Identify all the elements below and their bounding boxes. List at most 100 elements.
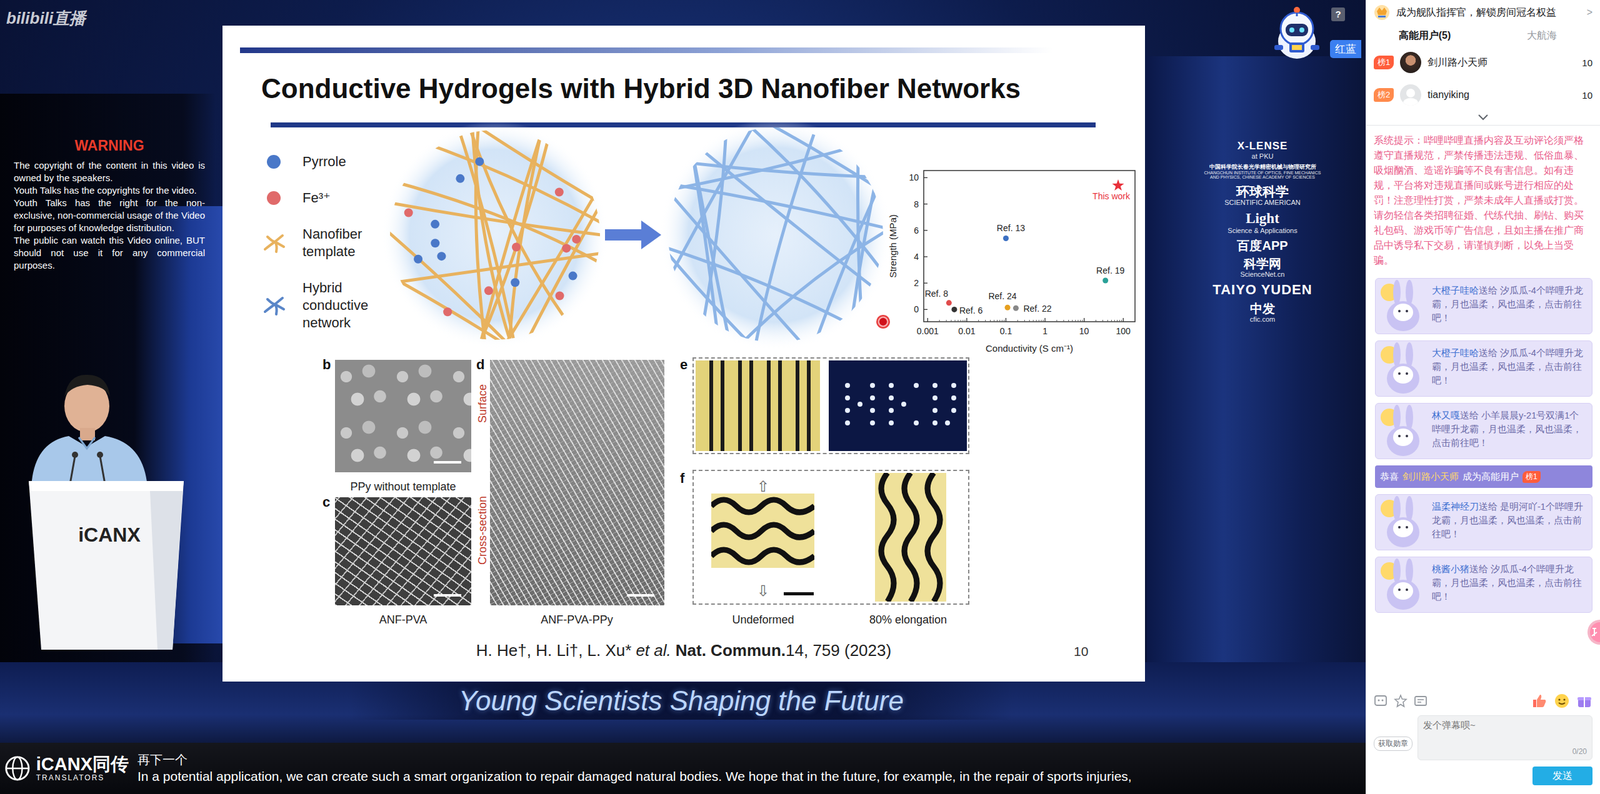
- legend-dot-icon: [266, 191, 281, 205]
- sponsor-subtitle: at PKU: [1251, 152, 1274, 160]
- danmaku-input-box: 0/20: [1417, 715, 1593, 761]
- legend-label: Nanofiber template: [302, 225, 390, 261]
- sender-name[interactable]: 桃酱小猪: [1431, 564, 1470, 575]
- sponsor-logo: 科学网ScienceNet.cn: [1240, 256, 1285, 279]
- sponsor-subtitle: CHANGCHUN INSTITUTE OF OPTICS, FINE MECH…: [1203, 170, 1322, 180]
- point-label: Ref. 8: [925, 288, 949, 299]
- x-tick-label: 0.01: [958, 326, 975, 337]
- data-point: Ref. 22: [1013, 303, 1052, 314]
- tab[interactable]: 大航海: [1483, 25, 1600, 47]
- star-marker: [1112, 179, 1125, 191]
- y-tick-label: 6: [913, 225, 919, 236]
- default-avatar-icon: [1400, 84, 1422, 106]
- user-avatar: [1400, 84, 1422, 106]
- subtitle-bar: iCANX同传TRANSLATORS再下一个In a potential app…: [0, 743, 1366, 794]
- podium-label: iCANX: [62, 523, 157, 547]
- led-photo: [828, 360, 967, 452]
- tab[interactable]: 高能用户(5): [1366, 25, 1484, 47]
- translate-float-icon[interactable]: [1578, 620, 1600, 645]
- sponsor-name: 百度APP: [1236, 238, 1288, 253]
- screenshot-icon[interactable]: [1413, 694, 1428, 709]
- danmaku-input-row: 获取勋章0/20: [1366, 711, 1600, 761]
- help-button[interactable]: ?: [1331, 7, 1345, 22]
- chat-messages: 大橙子哇哈送给 汐瓜瓜-4个哔哩升龙霸，月也温柔，风也温柔，点击前往吧！大橙子哇…: [1366, 274, 1600, 691]
- citation: H. He†, H. Li†, L. Xu*et al.Nat. Commun.…: [222, 641, 1145, 661]
- like-icon[interactable]: [1531, 693, 1548, 710]
- user-row[interactable]: 榜1剑川路小天师10: [1366, 46, 1600, 79]
- event-label[interactable]: 红蓝: [1330, 40, 1362, 59]
- legend-item: Nanofiber template: [261, 225, 390, 261]
- globe-icon: [3, 754, 32, 784]
- legend-item: Pyrrole: [261, 153, 390, 171]
- device-photo: [695, 360, 820, 452]
- panel-letter: f: [680, 470, 685, 487]
- star-icon[interactable]: [1393, 694, 1408, 709]
- send-button[interactable]: 发送: [1532, 766, 1593, 786]
- sponsor-subtitle: cfic.com: [1250, 315, 1275, 324]
- gift-message[interactable]: 温柔神经刀送给 是明河吖-1个哔哩升龙霸，月也温柔，风也温柔，点击前往吧！: [1375, 494, 1593, 551]
- robot-mascot-icon: [1265, 3, 1329, 67]
- chevron-down-icon: [1477, 113, 1489, 122]
- banner-text: Young Scientists Shaping the Future: [458, 685, 904, 717]
- gift-message[interactable]: 桃酱小猪送给 汐瓜瓜-4个哔哩升龙霸，月也温柔，风也温柔，点击前往吧！: [1375, 556, 1593, 614]
- gift-message[interactable]: 林又嘎送给 小羊晨晨y-21号双满1个哔哩升龙霸，月也温柔，风也温柔，点击前往吧…: [1375, 403, 1593, 460]
- promo-text: 成为舰队指挥官，解锁房间冠名权益: [1396, 6, 1581, 20]
- subtitle-text: 再下一个In a potential application, we can c…: [137, 751, 1132, 786]
- sponsor-subtitle: SCIENTIFIC AMERICAN: [1224, 198, 1301, 207]
- sender-name[interactable]: 温柔神经刀: [1431, 501, 1479, 512]
- sender-name[interactable]: 大橙子哇哈: [1431, 285, 1479, 296]
- platform-logo: bilibili直播: [6, 7, 86, 30]
- point-label: Ref. 13: [996, 223, 1025, 234]
- rank-badge: 榜1: [1373, 55, 1394, 70]
- warning-paragraph: Youth Talks has the right for the non-ex…: [13, 196, 205, 235]
- scale-bar: [433, 594, 462, 597]
- user-name: tianyiking: [1427, 89, 1576, 101]
- slide-title: Conductive Hydrogels with Hybrid 3D Nano…: [261, 73, 1021, 105]
- legend-item: Fe³⁺: [261, 189, 390, 207]
- user-row[interactable]: 榜2tianyiking10: [1366, 78, 1600, 112]
- medal-button[interactable]: 获取勋章: [1373, 736, 1413, 752]
- point-label: Ref. 22: [1023, 303, 1052, 314]
- gift-text: 桃酱小猪送给 汐瓜瓜-4个哔哩升龙霸，月也温柔，风也温柔，点击前往吧！: [1429, 557, 1592, 613]
- citation-ref: 14, 759 (2023): [785, 641, 892, 661]
- sender-name[interactable]: 林又嘎: [1431, 410, 1460, 421]
- laser-pointer: [876, 315, 890, 329]
- system-notice: 系统提示：哔哩哔哩直播内容及互动评论须严格遵守直播规范，严禁传播违法违规、低俗血…: [1366, 125, 1600, 275]
- gift-message[interactable]: 大橙子哇哈送给 汐瓜瓜-4个哔哩升龙霸，月也温柔，风也温柔，点击前往吧！: [1375, 278, 1593, 335]
- emoji-icon[interactable]: [1373, 694, 1388, 709]
- dot-marker: [946, 300, 952, 306]
- expand-button[interactable]: [1366, 111, 1600, 126]
- microscopy-image: [490, 360, 665, 606]
- congrats-user[interactable]: 剑川路小天师: [1402, 471, 1459, 484]
- point-label: Ref. 6: [959, 305, 984, 316]
- gift-icon[interactable]: [1576, 693, 1593, 710]
- danmaku-input[interactable]: [1423, 720, 1587, 731]
- sender-name[interactable]: 大橙子哇哈: [1431, 348, 1479, 359]
- x-tick-label: 100: [1116, 326, 1132, 337]
- panel-caption: 80% elongation: [869, 613, 947, 627]
- panel-frame: [692, 470, 970, 605]
- rank-badge: 榜1: [1522, 471, 1541, 484]
- scale-bar: [433, 461, 462, 464]
- panel-letter: b: [322, 356, 331, 374]
- panel-caption: ANF-PVA: [379, 613, 428, 627]
- sponsor-subtitle: Science & Applications: [1227, 226, 1297, 235]
- y-axis-label: Strength (MPa): [887, 214, 899, 279]
- gift-message[interactable]: 大橙子哇哈送给 汐瓜瓜-4个哔哩升龙霸，月也温柔，风也温柔，点击前往吧！: [1375, 340, 1593, 397]
- panel-letter: c: [322, 494, 330, 511]
- x-tick-label: 1: [1042, 326, 1048, 337]
- smile-icon[interactable]: [1553, 693, 1570, 710]
- bunny-avatar-icon: [1375, 495, 1430, 550]
- data-point: Ref. 6: [951, 305, 983, 316]
- sponsor-list: X-LENSEat PKU中国科学院长春光学精密机械与物理研究所CHANGCHU…: [1200, 140, 1325, 324]
- x-tick-label: 10: [1079, 326, 1090, 337]
- user-score: 10: [1581, 57, 1593, 69]
- data-point: Ref. 19: [1096, 265, 1125, 284]
- scale-bar: [626, 594, 655, 597]
- panel-letter: e: [680, 356, 688, 374]
- y-tick-label: 8: [913, 199, 919, 210]
- legend-label: Pyrrole: [302, 153, 347, 171]
- point-label: This work: [1092, 191, 1131, 202]
- dot-marker: [1102, 277, 1109, 284]
- fleet-promo[interactable]: 成为舰队指挥官，解锁房间冠名权益>: [1366, 0, 1600, 25]
